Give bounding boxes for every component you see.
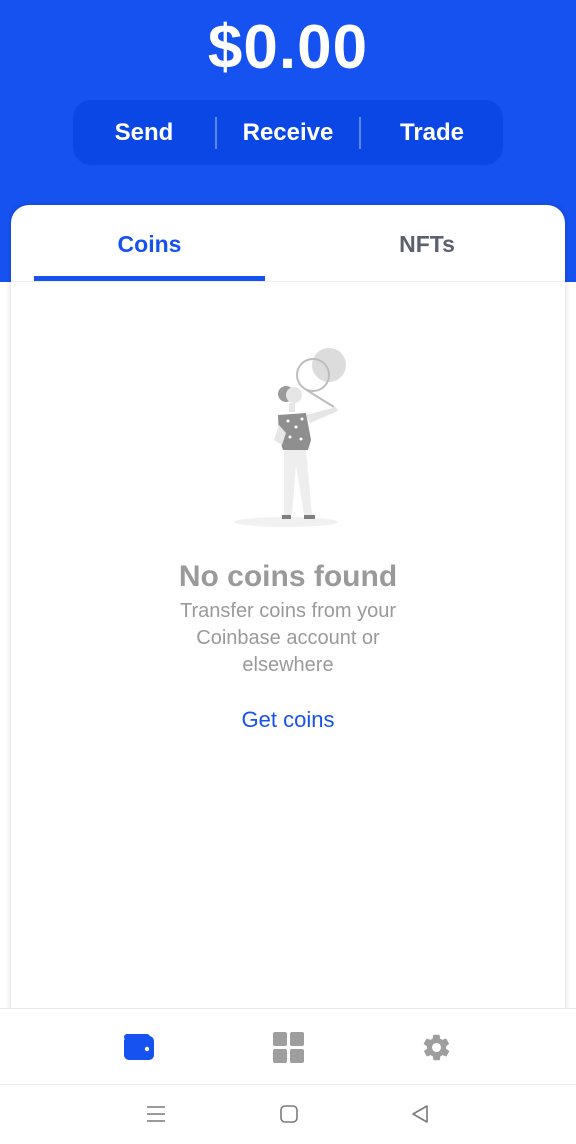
empty-state-illustration xyxy=(234,348,346,527)
get-coins-link[interactable]: Get coins xyxy=(11,707,565,733)
apps-grid-icon[interactable] xyxy=(273,1032,304,1063)
empty-state-description: Transfer coins from your Coinbase accoun… xyxy=(138,598,438,679)
asset-tabs: Coins NFTs xyxy=(11,205,565,282)
balance-amount: $0.00 xyxy=(207,13,369,82)
tab-nfts[interactable]: NFTs xyxy=(311,231,543,258)
assets-card: Coins NFTs No coins found Transfer coins… xyxy=(11,205,565,1025)
bottom-navigation xyxy=(0,1008,576,1083)
action-bar: Send Receive Trade xyxy=(73,100,503,165)
menu-icon[interactable] xyxy=(146,1104,166,1124)
trade-button[interactable]: Trade xyxy=(361,119,503,147)
empty-state-description-line: Coinbase account or xyxy=(196,627,380,649)
wallet-icon[interactable] xyxy=(123,1033,155,1061)
send-button[interactable]: Send xyxy=(73,119,215,147)
receive-button[interactable]: Receive xyxy=(217,119,359,147)
home-square-icon[interactable] xyxy=(279,1104,299,1124)
empty-state-description-line: elsewhere xyxy=(242,654,334,676)
back-triangle-icon[interactable] xyxy=(410,1104,430,1124)
tab-coins[interactable]: Coins xyxy=(34,231,265,258)
gear-icon[interactable] xyxy=(421,1032,452,1063)
active-tab-indicator xyxy=(34,276,265,281)
empty-state-description-line: Transfer coins from your xyxy=(180,600,396,622)
system-navigation-bar xyxy=(0,1084,576,1144)
empty-state-title: No coins found xyxy=(178,560,398,593)
